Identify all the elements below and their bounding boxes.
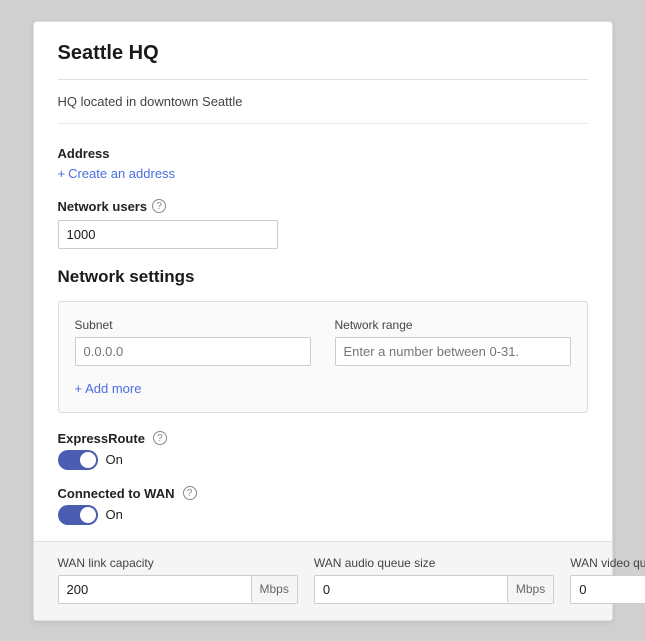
- wan-link-capacity-unit: Mbps: [251, 576, 297, 602]
- address-label: Address: [58, 146, 588, 161]
- network-settings-title: Network settings: [58, 267, 588, 287]
- subnet-label: Subnet: [75, 318, 311, 332]
- express-route-label: ExpressRoute: [58, 431, 145, 446]
- wan-audio-queue-input[interactable]: [315, 576, 507, 603]
- connected-to-wan-toggle[interactable]: [58, 505, 98, 525]
- network-settings-section: Network settings Subnet Network range + …: [58, 267, 588, 413]
- network-users-label: Network users: [58, 199, 148, 214]
- main-card: Seattle HQ HQ located in downtown Seattl…: [33, 21, 613, 621]
- wan-section: WAN link capacity Mbps WAN audio queue s…: [34, 541, 612, 620]
- subnet-row: Subnet Network range: [75, 318, 571, 366]
- express-route-toggle-wrapper: On: [58, 450, 588, 470]
- connected-to-wan-toggle-label: On: [106, 507, 123, 522]
- wan-audio-queue-col: WAN audio queue size Mbps: [314, 556, 554, 604]
- network-users-help-icon[interactable]: ?: [152, 199, 166, 213]
- network-range-label: Network range: [335, 318, 571, 332]
- connected-to-wan-label-row: Connected to WAN ?: [58, 486, 588, 501]
- add-more-label: Add more: [85, 381, 141, 396]
- wan-audio-queue-label: WAN audio queue size: [314, 556, 554, 570]
- network-settings-box: Subnet Network range + Add more: [58, 301, 588, 413]
- network-users-label-row: Network users ?: [58, 199, 588, 214]
- wan-row: WAN link capacity Mbps WAN audio queue s…: [58, 556, 588, 604]
- add-more-link[interactable]: + Add more: [75, 381, 142, 396]
- wan-audio-queue-input-wrapper: Mbps: [314, 575, 554, 604]
- express-route-help-icon[interactable]: ?: [153, 431, 167, 445]
- card-subtitle: HQ located in downtown Seattle: [58, 94, 588, 124]
- wan-video-queue-input[interactable]: [571, 576, 645, 603]
- card-title: Seattle HQ: [58, 42, 588, 80]
- network-range-input[interactable]: [335, 337, 571, 366]
- connected-to-wan-label: Connected to WAN: [58, 486, 175, 501]
- express-route-label-row: ExpressRoute ?: [58, 431, 588, 446]
- connected-to-wan-section: Connected to WAN ? On: [58, 486, 588, 525]
- create-address-link[interactable]: + Create an address: [58, 166, 176, 181]
- add-more-plus-icon: +: [75, 381, 83, 396]
- address-section: Address + Create an address: [58, 146, 588, 181]
- wan-video-queue-col: WAN video queue size Mbps: [570, 556, 645, 604]
- subnet-input[interactable]: [75, 337, 311, 366]
- create-address-text: Create an address: [68, 166, 175, 181]
- express-route-section: ExpressRoute ? On: [58, 431, 588, 470]
- connected-to-wan-toggle-wrapper: On: [58, 505, 588, 525]
- network-range-col: Network range: [335, 318, 571, 366]
- network-users-section: Network users ?: [58, 199, 588, 249]
- wan-video-queue-label: WAN video queue size: [570, 556, 645, 570]
- subnet-col: Subnet: [75, 318, 311, 366]
- network-users-input[interactable]: [58, 220, 278, 249]
- express-route-toggle[interactable]: [58, 450, 98, 470]
- wan-video-queue-input-wrapper: Mbps: [570, 575, 645, 604]
- wan-link-capacity-label: WAN link capacity: [58, 556, 298, 570]
- wan-link-capacity-input[interactable]: [59, 576, 251, 603]
- wan-link-capacity-col: WAN link capacity Mbps: [58, 556, 298, 604]
- wan-link-capacity-input-wrapper: Mbps: [58, 575, 298, 604]
- express-route-toggle-label: On: [106, 452, 123, 467]
- plus-icon: +: [58, 166, 66, 181]
- connected-to-wan-help-icon[interactable]: ?: [183, 486, 197, 500]
- wan-audio-queue-unit: Mbps: [507, 576, 553, 602]
